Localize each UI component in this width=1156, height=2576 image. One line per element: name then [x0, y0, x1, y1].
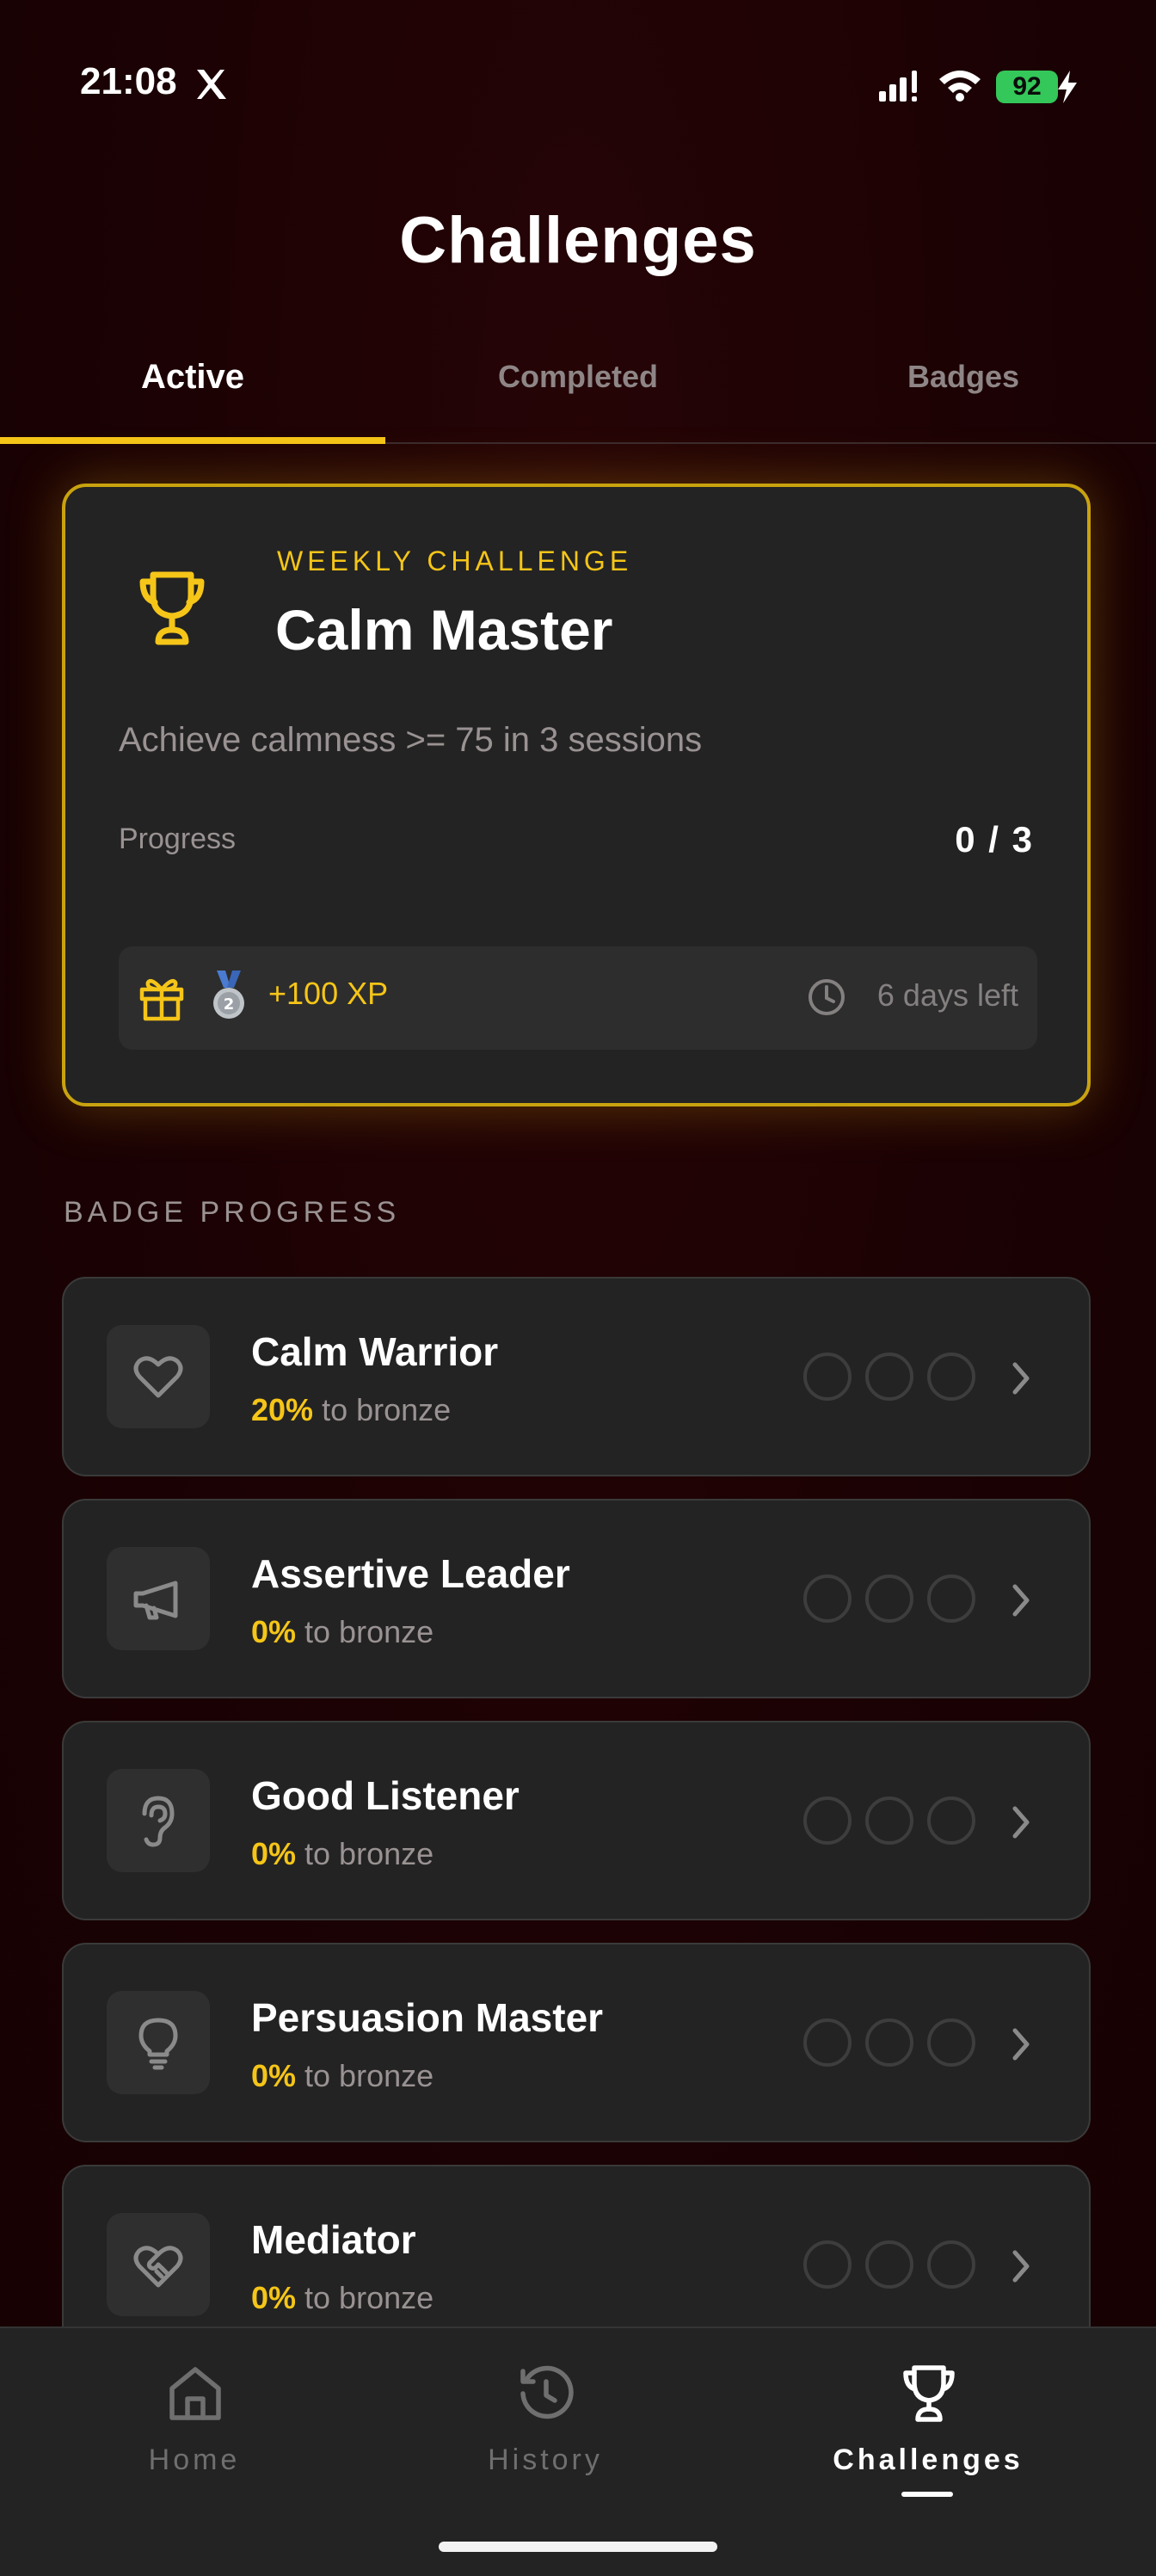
silver-tier-circle	[865, 2240, 913, 2289]
badge-name: Persuasion Master	[251, 1995, 604, 2040]
svg-text:2: 2	[224, 995, 235, 1014]
badge-percent: 0%	[251, 1614, 297, 1649]
silver-tier-circle	[865, 1796, 913, 1845]
chevron-right-icon	[1012, 2250, 1030, 2283]
tier-circles	[803, 1575, 993, 1630]
bottom-nav: Home History Challenges	[0, 2326, 1156, 2576]
trophy-icon	[139, 571, 205, 645]
active-tab-indicator	[0, 437, 385, 444]
badge-tier-target: to bronze	[296, 1614, 434, 1649]
badge-progress-title: BADGE PROGRESS	[64, 1196, 401, 1229]
battery-icon: 92	[996, 71, 1058, 103]
tier-circles	[803, 2240, 993, 2296]
badge-item-assertive-leader[interactable]: Assertive Leader 0% to bronze	[62, 1499, 1091, 1698]
badge-name: Good Listener	[251, 1773, 520, 1818]
badge-progress-text: 0% to bronze	[251, 1836, 434, 1872]
megaphone-icon	[133, 1581, 178, 1620]
badge-icon-box	[107, 1769, 210, 1872]
silver-tier-circle	[865, 1353, 913, 1401]
tab-active[interactable]: Active	[0, 344, 385, 442]
badge-icon-box	[107, 2213, 210, 2316]
status-bar: 21:08 92	[0, 0, 1156, 172]
nav-challenges-label: Challenges	[833, 2444, 1024, 2476]
ear-icon	[142, 1796, 175, 1847]
challenge-name: Calm Master	[275, 598, 613, 662]
tab-bar: Active Completed Badges	[0, 344, 1156, 444]
gold-tier-circle	[927, 1353, 975, 1401]
page-title: Challenges	[399, 204, 757, 277]
x-logo-icon	[197, 70, 226, 99]
progress-value: 0 / 3	[955, 819, 1034, 860]
badge-percent: 20%	[251, 1392, 314, 1427]
challenge-kicker: WEEKLY CHALLENGE	[277, 545, 633, 576]
wifi-icon	[939, 71, 981, 102]
badge-progress-text: 0% to bronze	[251, 1614, 434, 1650]
tab-completed[interactable]: Completed	[385, 344, 771, 442]
status-time: 21:08	[80, 60, 177, 102]
silver-tier-circle	[865, 1575, 913, 1623]
badge-tier-target: to bronze	[296, 2058, 434, 2093]
gold-tier-circle	[927, 1575, 975, 1623]
badge-tier-target: to bronze	[296, 1836, 434, 1871]
chevron-right-icon	[1012, 1362, 1030, 1395]
signal-icon	[879, 71, 917, 102]
bronze-tier-circle	[803, 1575, 852, 1623]
bronze-tier-circle	[803, 1353, 852, 1401]
nav-home-label: Home	[148, 2444, 241, 2476]
weekly-challenge-card[interactable]: WEEKLY CHALLENGE Calm Master Achieve cal…	[62, 484, 1091, 1106]
reward-xp: +100 XP	[268, 976, 389, 1011]
heart-icon	[133, 1356, 183, 1398]
chevron-right-icon	[1012, 1806, 1030, 1839]
bronze-tier-circle	[803, 2018, 852, 2067]
tab-badges[interactable]: Badges	[771, 344, 1156, 442]
reward-bar: 2 +100 XP 6 days left	[119, 946, 1037, 1050]
tier-circles	[803, 2018, 993, 2074]
active-nav-indicator	[901, 2492, 953, 2497]
lightbulb-icon	[138, 2018, 178, 2070]
bronze-tier-circle	[803, 2240, 852, 2289]
trophy-icon	[903, 2365, 955, 2422]
badge-percent: 0%	[251, 2058, 297, 2093]
badge-tier-target: to bronze	[296, 2280, 434, 2315]
badge-name: Calm Warrior	[251, 1329, 499, 1374]
chevron-right-icon	[1012, 1584, 1030, 1617]
gold-tier-circle	[927, 1796, 975, 1845]
challenge-description: Achieve calmness >= 75 in 3 sessions	[119, 721, 703, 759]
badge-name: Mediator	[251, 2217, 416, 2262]
badge-item-good-listener[interactable]: Good Listener 0% to bronze	[62, 1721, 1091, 1920]
badge-item-persuasion-master[interactable]: Persuasion Master 0% to bronze	[62, 1943, 1091, 2142]
gold-tier-circle	[927, 2240, 975, 2289]
badge-item-calm-warrior[interactable]: Calm Warrior 20% to bronze	[62, 1277, 1091, 1476]
chevron-right-icon	[1012, 2028, 1030, 2061]
tier-circles	[803, 1353, 993, 1408]
badge-icon-box	[107, 1547, 210, 1650]
badge-progress-text: 20% to bronze	[251, 1392, 451, 1428]
badge-name: Assertive Leader	[251, 1551, 570, 1596]
badge-percent: 0%	[251, 1836, 297, 1871]
badge-icon-box	[107, 1325, 210, 1428]
heart-handshake-icon	[133, 2246, 183, 2288]
badge-icon-box	[107, 1991, 210, 2094]
silver-tier-circle	[865, 2018, 913, 2067]
nav-home[interactable]: Home	[2, 2328, 387, 2526]
badge-tier-target: to bronze	[313, 1392, 452, 1427]
badge-progress-text: 0% to bronze	[251, 2280, 434, 2316]
bronze-tier-circle	[803, 1796, 852, 1845]
tier-circles	[803, 1796, 993, 1852]
gold-tier-circle	[927, 2018, 975, 2067]
charging-bolt-icon	[1058, 71, 1077, 103]
nav-history-label: History	[488, 2444, 603, 2476]
history-icon	[520, 2365, 574, 2419]
silver-medal-icon: 2	[213, 971, 244, 1019]
gift-icon	[139, 979, 184, 1021]
app-root: 21:08 92 Challenges Active Completed Bad…	[0, 0, 1156, 2576]
time-left: 6 days left	[876, 977, 1018, 1013]
badge-progress-text: 0% to bronze	[251, 2058, 434, 2094]
badge-percent: 0%	[251, 2280, 297, 2315]
nav-history[interactable]: History	[353, 2328, 738, 2526]
progress-label: Progress	[119, 823, 237, 855]
home-icon	[169, 2367, 221, 2420]
home-indicator[interactable]	[439, 2542, 717, 2552]
clock-icon	[809, 979, 845, 1015]
